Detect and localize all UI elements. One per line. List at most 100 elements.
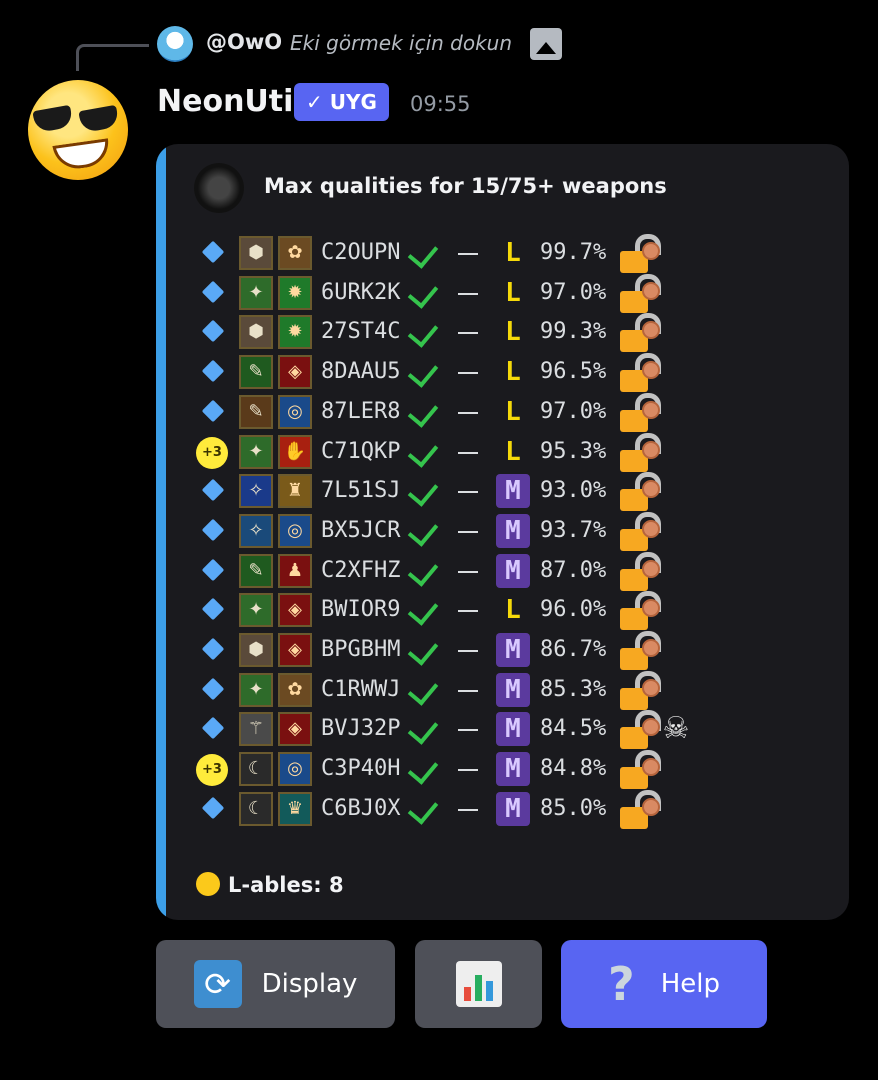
locked-key-icon: [620, 313, 661, 353]
quality-percent: 93.0%: [540, 478, 607, 504]
effect-icon: ✿: [278, 236, 312, 270]
weapon-icon: ⬢: [239, 633, 273, 667]
coin-icon: [196, 872, 220, 896]
grade-icon: L: [505, 396, 521, 427]
app-badge: ✓ UYG: [294, 83, 389, 121]
weapon-row: ⚚ ◈ BVJ32P M 84.5% ☠: [156, 710, 849, 750]
display-button-label: Display: [261, 969, 358, 999]
weapon-icon: ⬢: [239, 236, 273, 270]
grade-icon: M: [496, 513, 530, 548]
grade-icon: M: [496, 633, 530, 667]
effect-icon: ◈: [278, 593, 312, 628]
weapon-code: BPGBHM: [321, 637, 401, 662]
sunglasses-left: [32, 104, 74, 134]
weapon-row: ✧ ♜ 7L51SJ M 93.0%: [156, 472, 849, 512]
diamond-bullet-icon: [201, 677, 225, 701]
check-icon: [407, 673, 439, 706]
weapon-row: +3 ✦ ✋ C71QKP L 95.3%: [156, 432, 849, 473]
quality-percent: 97.0%: [540, 279, 607, 305]
weapon-code: C1RWWJ: [321, 676, 401, 702]
weapon-icon: ✎: [239, 394, 273, 429]
quality-percent: 99.3%: [540, 319, 607, 345]
display-button[interactable]: ⟳ Display: [156, 940, 395, 1028]
locked-key-icon: [620, 392, 661, 432]
check-icon: [407, 713, 439, 746]
reply-avatar[interactable]: [157, 26, 193, 62]
upgrade-badge: +3: [196, 754, 228, 787]
timestamp: 09:55: [410, 92, 471, 116]
weapon-row: ⬢ ◈ BPGBHM M 86.7%: [156, 631, 849, 671]
effect-icon: ◈: [278, 633, 312, 667]
weapon-icon: ⬢: [239, 315, 273, 350]
refresh-icon: ⟳: [193, 960, 242, 1008]
effect-icon: ✹: [278, 275, 312, 310]
weapon-icon: ✦: [239, 672, 273, 707]
grin: [52, 138, 112, 172]
grade-icon: M: [496, 712, 530, 747]
check-icon: [407, 594, 439, 627]
quality-percent: 99.7%: [540, 240, 607, 265]
quality-percent: 93.7%: [540, 517, 607, 543]
grade-icon: L: [505, 357, 521, 388]
weapon-icon: ☾: [239, 752, 273, 787]
quality-percent: 96.0%: [540, 597, 607, 623]
weapon-icon: ✦: [239, 275, 273, 310]
reply-text[interactable]: Eki görmek için dokun: [290, 31, 512, 55]
check-icon: [407, 237, 439, 269]
check-icon: [407, 435, 439, 468]
effect-icon: ✋: [278, 434, 312, 469]
skull-icon: ☠: [662, 710, 690, 746]
effect-icon: ◈: [278, 712, 312, 747]
diamond-bullet-icon: [201, 796, 225, 820]
weapon-row: ✦ ✿ C1RWWJ M 85.3%: [156, 670, 849, 711]
effect-icon: ◎: [278, 513, 312, 548]
weapon-code: C2OUPN: [321, 240, 401, 265]
weapon-code: BVJ32P: [321, 716, 401, 742]
reply-connector: [76, 44, 149, 71]
dash-separator: [458, 530, 478, 533]
diamond-bullet-icon: [201, 478, 225, 502]
help-button[interactable]: ? Help: [561, 940, 767, 1028]
diamond-bullet-icon: [201, 518, 225, 542]
grade-icon: L: [505, 595, 521, 626]
diamond-bullet-icon: [201, 399, 225, 423]
effect-icon: ✹: [278, 315, 312, 350]
dash-separator: [458, 292, 478, 295]
dash-separator: [458, 570, 478, 573]
quality-percent: 84.5%: [540, 716, 607, 742]
weapon-row: ⬢ ✿ C2OUPN L 99.7%: [156, 234, 849, 274]
weapon-row: ⬢ ✹ 27ST4C L 99.3%: [156, 313, 849, 353]
diamond-bullet-icon: [201, 637, 225, 661]
weapon-icon: ☾: [239, 791, 273, 826]
effect-icon: ♟: [278, 553, 312, 588]
locked-key-icon: [620, 432, 661, 472]
weapon-row: ✧ ◎ BX5JCR M 93.7%: [156, 511, 849, 552]
avatar[interactable]: [28, 80, 128, 180]
quality-percent: 85.0%: [540, 795, 607, 821]
weapon-row: ☾ ♛ C6BJ0X M 85.0%: [156, 789, 849, 830]
weapon-icon: ✎: [239, 553, 273, 588]
dash-separator: [458, 729, 478, 732]
diamond-bullet-icon: [201, 280, 225, 304]
check-icon: [407, 276, 439, 309]
effect-icon: ◎: [278, 394, 312, 429]
embed-title: Max qualities for 15/75+ weapons: [264, 174, 667, 198]
diamond-bullet-icon: [201, 717, 225, 740]
diamond-bullet-icon: [201, 597, 225, 621]
diamond-bullet-icon: [201, 359, 225, 383]
weapon-row: ✎ ◎ 87LER8 L 97.0%: [156, 392, 849, 433]
reply-username[interactable]: @OwO: [206, 30, 282, 54]
dash-separator: [458, 411, 478, 414]
weapon-code: BWIOR9: [321, 597, 401, 623]
check-icon: [407, 396, 439, 428]
username[interactable]: NeonUtil: [157, 84, 304, 119]
quality-percent: 95.3%: [540, 438, 607, 464]
question-icon: ?: [608, 957, 635, 1011]
dash-separator: [458, 769, 478, 772]
locked-key-icon: [620, 273, 661, 313]
weapon-icon: ✦: [239, 593, 273, 628]
grade-icon: M: [496, 752, 530, 787]
stats-button[interactable]: [415, 940, 542, 1028]
quality-percent: 85.3%: [540, 676, 607, 702]
locked-key-icon: [620, 710, 661, 750]
